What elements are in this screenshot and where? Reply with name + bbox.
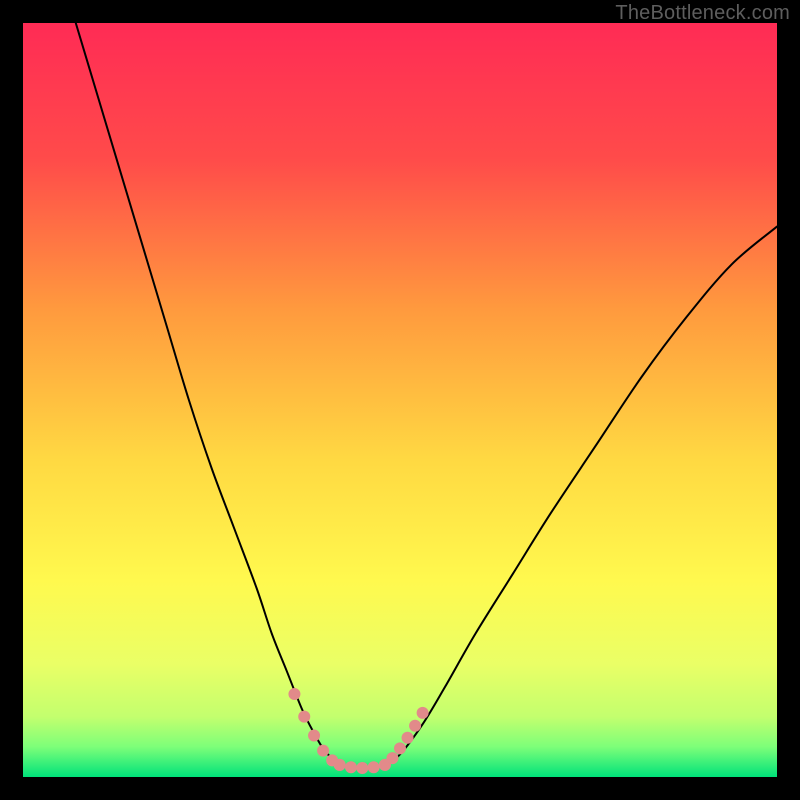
highlight-left-marker bbox=[298, 711, 310, 723]
highlight-right-marker bbox=[386, 752, 398, 764]
highlight-right-marker bbox=[402, 732, 414, 744]
highlight-right-marker bbox=[417, 707, 429, 719]
gradient-background bbox=[23, 23, 777, 777]
highlight-right-marker bbox=[394, 742, 406, 754]
chart-svg bbox=[23, 23, 777, 777]
watermark-text: TheBottleneck.com bbox=[615, 2, 790, 25]
chart-frame: TheBottleneck.com bbox=[0, 0, 800, 800]
highlight-floor-marker bbox=[345, 761, 357, 773]
plot-area bbox=[23, 23, 777, 777]
highlight-left-marker bbox=[308, 730, 320, 742]
highlight-left-marker bbox=[288, 688, 300, 700]
highlight-floor-marker bbox=[368, 761, 380, 773]
highlight-floor-marker bbox=[334, 759, 346, 771]
highlight-floor-marker bbox=[356, 762, 368, 774]
highlight-left-marker bbox=[317, 745, 329, 757]
highlight-right-marker bbox=[409, 720, 421, 732]
